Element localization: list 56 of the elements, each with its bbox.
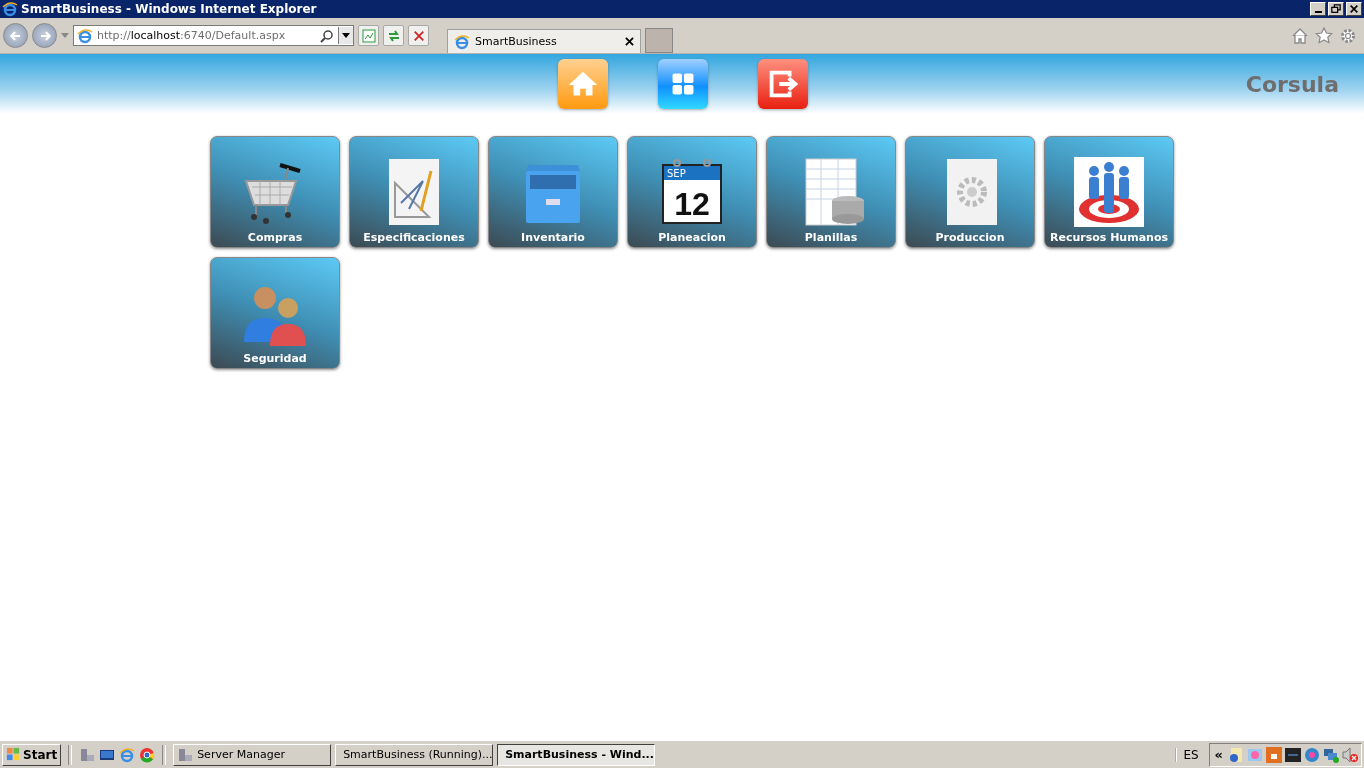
calendar-month: SEP xyxy=(667,168,686,179)
module-tile[interactable]: Especificaciones xyxy=(349,136,479,248)
address-field[interactable]: http://localhost:6740/Default.aspx xyxy=(73,25,354,46)
forward-button[interactable] xyxy=(32,23,57,48)
module-tile[interactable]: Compras xyxy=(210,136,340,248)
module-tile[interactable]: Recursos Humanos xyxy=(1044,136,1174,248)
stop-button[interactable] xyxy=(408,25,429,46)
chart-page-icon xyxy=(361,28,376,43)
close-button[interactable] xyxy=(1346,2,1362,16)
home-icon[interactable] xyxy=(1291,26,1309,45)
module-tile[interactable]: Inventario xyxy=(488,136,618,248)
settings-icon[interactable] xyxy=(1339,26,1357,45)
language-indicator[interactable]: ES xyxy=(1175,747,1205,762)
windows-logo-icon xyxy=(6,747,21,762)
window-title: SmartBusiness - Windows Internet Explorer xyxy=(21,2,317,16)
taskbar-button[interactable]: SmartBusiness (Running)... xyxy=(335,743,494,766)
calendar-icon xyxy=(662,159,722,224)
minimize-button[interactable] xyxy=(1310,2,1326,16)
restore-icon xyxy=(1331,4,1341,14)
brand-name: Corsula xyxy=(1245,71,1339,97)
console-window-icon[interactable] xyxy=(1285,746,1301,763)
taskbar-button[interactable]: SmartBusiness - Wind... xyxy=(497,743,656,766)
tray-expand-button[interactable]: « xyxy=(1212,747,1225,762)
module-tile[interactable]: SEP 12 Planeacion xyxy=(627,136,757,248)
home-button[interactable] xyxy=(558,59,608,109)
stop-icon xyxy=(412,29,425,42)
minimize-icon xyxy=(1314,11,1322,13)
people-on-target-icon xyxy=(1074,157,1144,227)
refresh-button[interactable] xyxy=(383,25,404,46)
browser-logo-icon xyxy=(2,1,18,17)
browser-tab[interactable]: SmartBusiness xyxy=(447,29,641,53)
server-icon xyxy=(177,746,194,763)
search-icon[interactable] xyxy=(320,28,334,43)
restore-button[interactable] xyxy=(1328,2,1344,16)
document-globe-icon[interactable] xyxy=(1228,746,1244,763)
address-dropdown-icon[interactable] xyxy=(338,27,353,44)
network-computers-icon[interactable] xyxy=(1323,746,1339,763)
history-dropdown-icon[interactable] xyxy=(61,33,69,38)
taskbar-button[interactable]: Server Manager xyxy=(173,743,332,766)
module-tile[interactable]: Planillas xyxy=(766,136,896,248)
close-tab-icon[interactable] xyxy=(625,37,634,46)
muted-speaker-icon[interactable] xyxy=(1342,746,1358,763)
refresh-icon xyxy=(386,28,401,43)
page-icon xyxy=(77,27,93,44)
star-icon[interactable] xyxy=(1315,26,1333,45)
calendar-day: 12 xyxy=(674,186,710,222)
back-button[interactable] xyxy=(3,23,28,48)
close-icon xyxy=(1349,4,1359,14)
logout-button[interactable] xyxy=(758,59,808,109)
apps-button[interactable] xyxy=(658,59,708,109)
chrome-browser-icon[interactable] xyxy=(139,746,156,763)
module-tile[interactable]: Produccion xyxy=(905,136,1035,248)
start-button[interactable]: Start xyxy=(2,743,62,766)
page-icon xyxy=(454,33,470,50)
module-tile[interactable]: Seguridad xyxy=(210,257,340,369)
compatibility-button[interactable] xyxy=(358,25,379,46)
